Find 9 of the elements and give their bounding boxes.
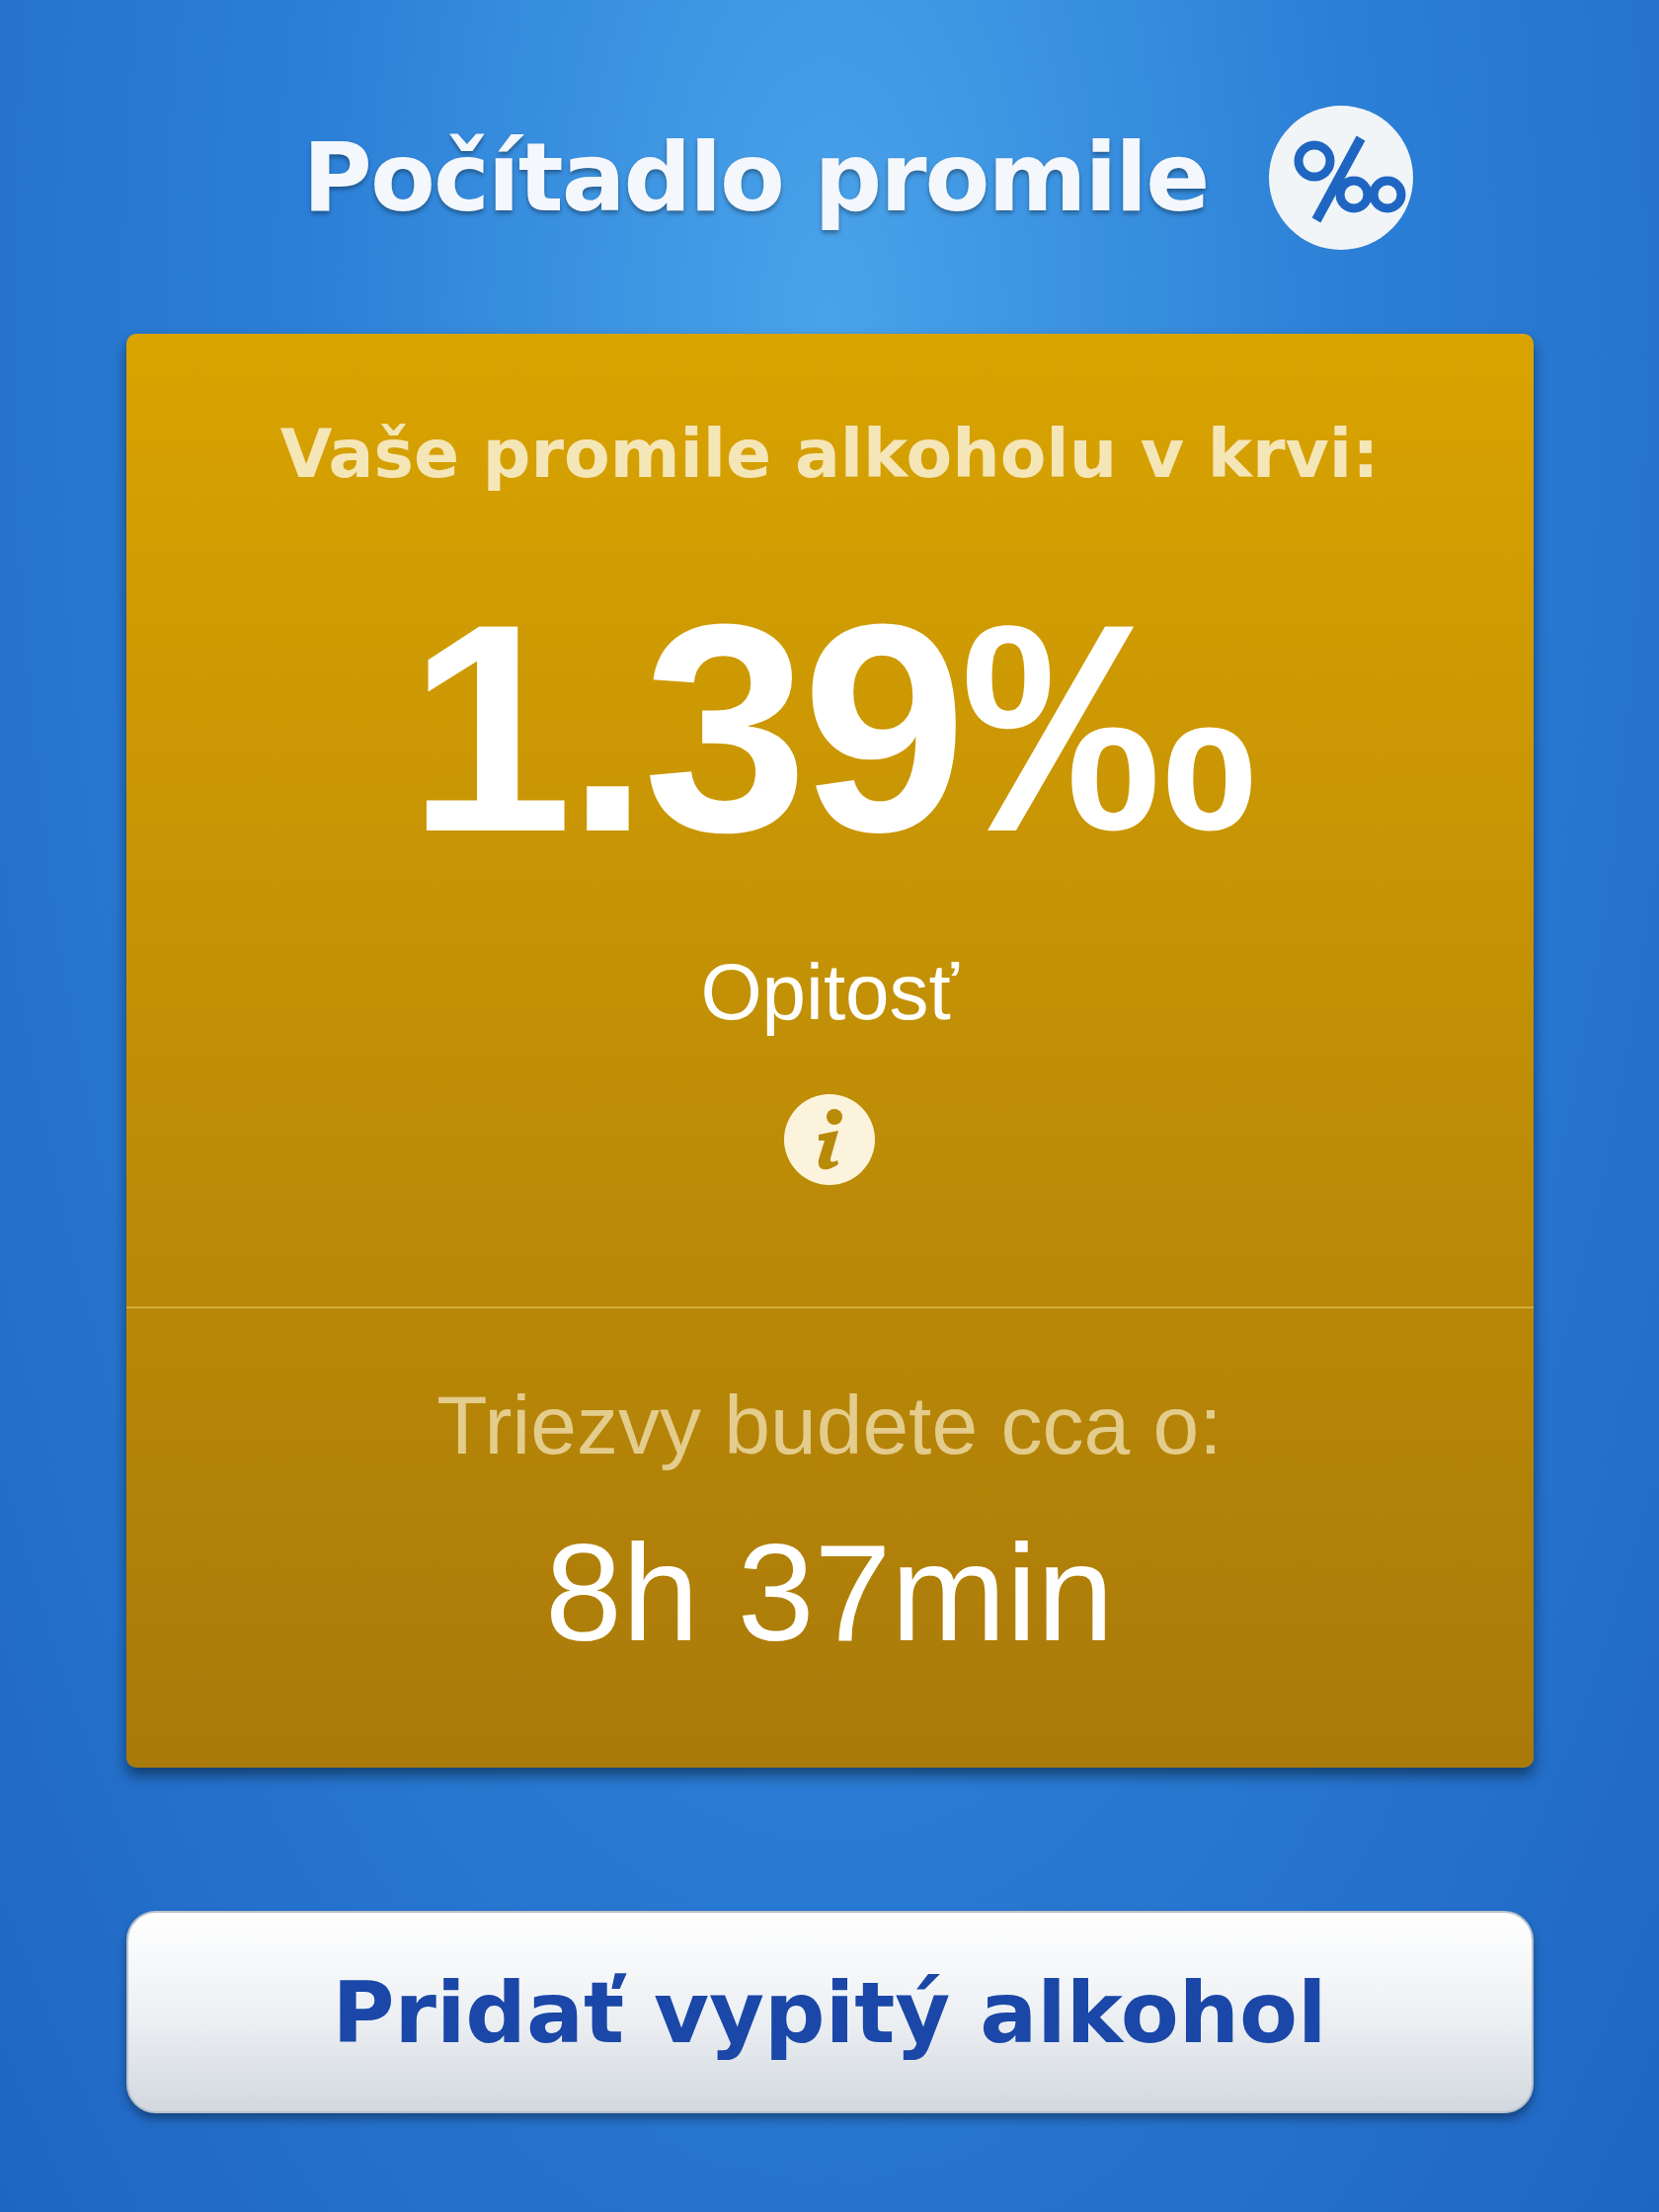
info-icon[interactable] [783, 1093, 876, 1186]
sober-time: 8h 37min [545, 1514, 1114, 1672]
logo-icon [1267, 104, 1416, 252]
sober-label: Triezvy budete cca o: [436, 1378, 1223, 1473]
state-label: Opitosť [700, 947, 959, 1038]
app-title: Počítadlo promile [302, 122, 1209, 233]
promile-value: 1.39‰ [408, 580, 1251, 876]
add-alcohol-button[interactable]: Pridať vypitý alkohol [125, 1911, 1534, 2113]
result-heading: Vaše promile alkoholu v krvi: [279, 415, 1380, 493]
